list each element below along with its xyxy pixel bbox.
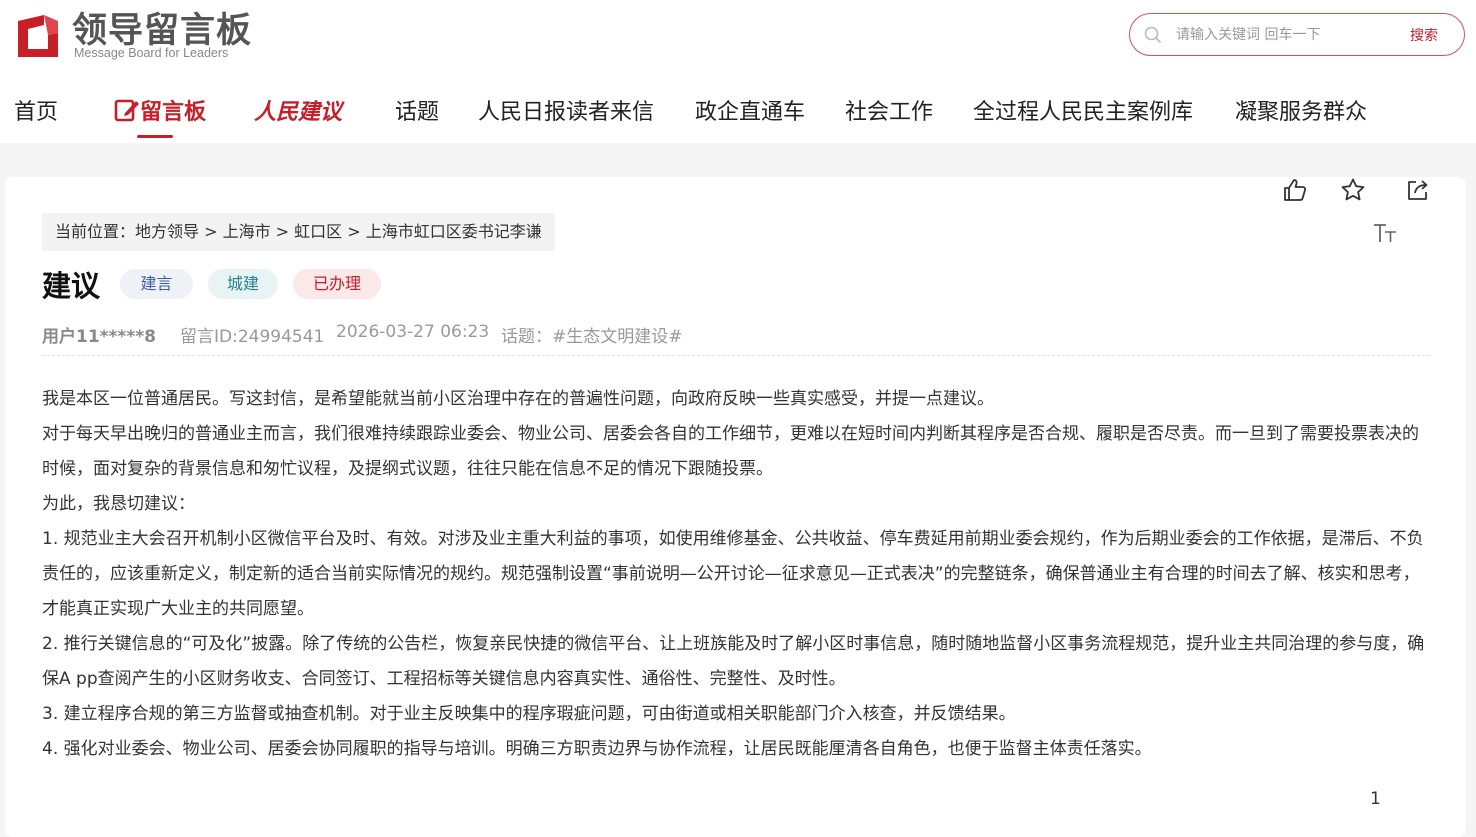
- edit-note-icon: [114, 99, 139, 122]
- status-badge: 已办理: [293, 269, 381, 299]
- favorite-button[interactable]: [1340, 177, 1366, 203]
- message-title: 建议: [42, 269, 101, 303]
- search-button[interactable]: 搜索: [1410, 25, 1438, 45]
- site-header: 领导留言板 Message Board for Leaders 搜索 首页 留言…: [0, 0, 1476, 143]
- logo-mark-icon: [18, 15, 58, 57]
- share-icon: [1408, 180, 1428, 200]
- share-button[interactable]: [1405, 177, 1431, 203]
- search-icon: [1144, 26, 1162, 44]
- message-topic[interactable]: 话题：#生态文明建设#: [501, 322, 683, 347]
- nav-topics[interactable]: 话题: [395, 94, 439, 126]
- nav-active-indicator: [137, 135, 173, 138]
- font-size-icon[interactable]: [1372, 221, 1400, 245]
- nav-home[interactable]: 首页: [14, 94, 58, 126]
- nav-social-work[interactable]: 社会工作: [845, 94, 933, 126]
- main-nav: 首页 留言板 人民建议 话题 人民日报读者来信 政企直通车 社会工作 全过程人民…: [0, 86, 1476, 138]
- logo-subtitle: Message Board for Leaders: [74, 46, 229, 60]
- site-logo[interactable]: 领导留言板 Message Board for Leaders: [14, 11, 254, 63]
- message-user: 用户11*****8: [42, 327, 156, 347]
- content-paragraph: 3. 建立程序合规的第三方监督或抽查机制。对于业主反映集中的程序瑕疵问题，可由街…: [42, 704, 1016, 724]
- favorite-count: 1: [1370, 789, 1381, 809]
- divider: [42, 355, 1430, 356]
- nav-people-suggestion[interactable]: 人民建议: [254, 94, 342, 126]
- nav-serve-masses[interactable]: 凝聚服务群众: [1235, 94, 1367, 126]
- nav-enterprise[interactable]: 政企直通车: [695, 94, 805, 126]
- star-icon: [1341, 178, 1365, 201]
- nav-message-board[interactable]: 留言板: [114, 94, 206, 126]
- message-card: 当前位置：地方领导 > 上海市 > 虹口区 > 上海市虹口区委书记李谦 建议 建…: [5, 177, 1466, 837]
- message-time: 2026-03-27 06:23: [336, 322, 490, 342]
- content-paragraph: 2. 推行关键信息的“可及化”披露。除了传统的公告栏，恢复亲民快捷的微信平台、让…: [42, 634, 1425, 689]
- content-paragraph: 对于每天早出晚归的普通业主而言，我们很难持续跟踪业委会、物业公司、居委会各自的工…: [42, 424, 1419, 479]
- content-paragraph: 为此，我恳切建议：: [42, 494, 195, 514]
- like-button[interactable]: [1282, 177, 1308, 203]
- content-paragraph: 1. 规范业主大会召开机制小区微信平台及时、有效。对涉及业主重大利益的事项，如使…: [42, 529, 1424, 619]
- nav-democracy-cases[interactable]: 全过程人民民主案例库: [973, 94, 1193, 126]
- message-content: 我是本区一位普通居民。写这封信，是希望能就当前小区治理中存在的普遍性问题，向政府…: [42, 382, 1434, 767]
- content-paragraph: 我是本区一位普通居民。写这封信，是希望能就当前小区治理中存在的普遍性问题，向政府…: [42, 389, 994, 409]
- logo-title: 领导留言板: [72, 11, 253, 51]
- search-box: 搜索: [1129, 13, 1465, 56]
- nav-message-board-label: 留言板: [140, 100, 207, 125]
- tag-urban-construction: 城建: [208, 269, 278, 299]
- thumbs-up-icon: [1284, 179, 1307, 201]
- breadcrumb: 当前位置：地方领导 > 上海市 > 虹口区 > 上海市虹口区委书记李谦: [42, 213, 555, 251]
- tag-suggestion: 建言: [120, 269, 193, 299]
- nav-reader-letters[interactable]: 人民日报读者来信: [478, 94, 654, 126]
- search-input[interactable]: [1176, 23, 1396, 47]
- content-paragraph: 4. 强化对业委会、物业公司、居委会协同履职的指导与培训。明确三方职责边界与协作…: [42, 739, 1152, 759]
- message-id: 留言ID:24994541: [180, 327, 325, 347]
